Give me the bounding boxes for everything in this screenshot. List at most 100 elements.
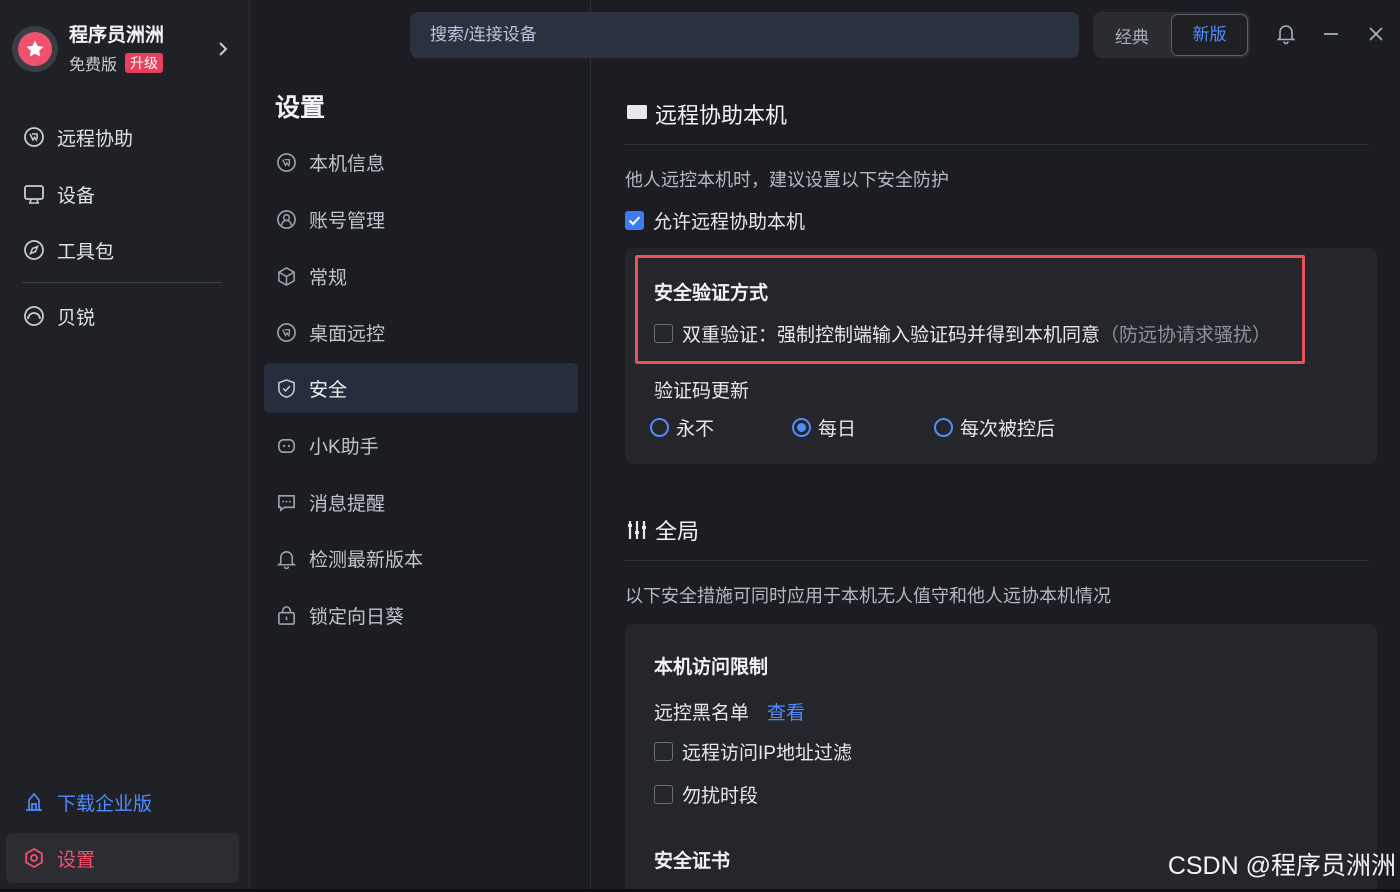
sidebar-item-label: 远程协助 bbox=[57, 128, 134, 150]
settings-item-check-update[interactable]: 检测最新版本 bbox=[264, 533, 578, 583]
allow-remote-checkbox[interactable] bbox=[625, 211, 644, 230]
settings-item-label: 安全 bbox=[309, 379, 348, 401]
settings-item-device-info[interactable]: 本机信息 bbox=[264, 137, 578, 187]
radio-label: 每日 bbox=[818, 419, 857, 440]
sidebar-settings-button[interactable]: 设置 bbox=[6, 833, 239, 883]
check-icon bbox=[628, 216, 641, 226]
divider bbox=[625, 144, 1369, 145]
profile-card[interactable]: 程序员洲洲 免费版 升级 bbox=[12, 22, 237, 76]
radio-after-each-circle[interactable] bbox=[934, 418, 953, 437]
avatar[interactable] bbox=[12, 26, 58, 72]
settings-item-lock[interactable]: 锁定向日葵 bbox=[264, 590, 578, 640]
divider bbox=[625, 560, 1369, 561]
robot-icon bbox=[274, 433, 298, 457]
download-enterprise-label: 下载企业版 bbox=[57, 793, 153, 815]
section-desc: 他人远控本机时，建议设置以下安全防护 bbox=[625, 170, 949, 190]
blacklist-view-link[interactable]: 查看 bbox=[767, 703, 805, 724]
minimize-icon[interactable] bbox=[1319, 22, 1343, 46]
allow-remote-checkbox-row[interactable]: 允许远程协助本机 bbox=[625, 207, 805, 234]
message-icon bbox=[274, 490, 298, 514]
radio-never[interactable]: 永不 bbox=[650, 414, 714, 441]
code-update-title: 验证码更新 bbox=[654, 381, 750, 402]
plan-label: 免费版 bbox=[69, 57, 118, 74]
ip-filter-label: 远程访问IP地址过滤 bbox=[682, 743, 852, 764]
sidebar-item-devices[interactable]: 设备 bbox=[22, 176, 95, 212]
sidebar-item-label: 设备 bbox=[57, 185, 96, 207]
ip-filter-checkbox[interactable] bbox=[654, 742, 673, 761]
monitor-icon bbox=[22, 182, 46, 206]
download-enterprise-link[interactable]: 下载企业版 bbox=[22, 786, 152, 818]
mode-new-button[interactable]: 新版 bbox=[1171, 14, 1248, 56]
radio-daily[interactable]: 每日 bbox=[792, 414, 856, 441]
settings-item-assistant[interactable]: 小K助手 bbox=[264, 420, 578, 470]
mode-toggle: 经典 新版 bbox=[1093, 12, 1250, 58]
radio-daily-circle[interactable] bbox=[792, 418, 811, 437]
lock-icon bbox=[274, 603, 298, 627]
sliders-icon bbox=[625, 518, 649, 542]
settings-item-label: 常规 bbox=[309, 267, 348, 289]
sidebar-item-toolkit[interactable]: 工具包 bbox=[22, 232, 114, 268]
profile-name: 程序员洲洲 bbox=[69, 25, 165, 46]
ip-filter-checkbox-row[interactable]: 远程访问IP地址过滤 bbox=[654, 738, 852, 765]
dnd-label: 勿扰时段 bbox=[682, 786, 759, 807]
allow-remote-label: 允许远程协助本机 bbox=[653, 212, 806, 233]
remote-assist-icon bbox=[274, 320, 298, 344]
access-title: 本机访问限制 bbox=[654, 657, 769, 678]
watermark: CSDN @程序员洲洲 bbox=[1167, 852, 1396, 880]
radio-label: 每次被控后 bbox=[960, 419, 1056, 440]
close-icon[interactable] bbox=[1364, 22, 1388, 46]
gear-icon bbox=[22, 846, 46, 870]
search-input[interactable] bbox=[410, 12, 1079, 58]
account-icon bbox=[274, 207, 298, 231]
upgrade-badge[interactable]: 升级 bbox=[125, 53, 164, 73]
settings-item-desktop-remote[interactable]: 桌面远控 bbox=[264, 307, 578, 357]
star-icon bbox=[18, 32, 52, 66]
oray-icon bbox=[22, 304, 46, 328]
sidebar-item-label: 工具包 bbox=[57, 241, 115, 263]
radio-after-each[interactable]: 每次被控后 bbox=[934, 414, 1055, 441]
settings-item-label: 账号管理 bbox=[309, 210, 386, 232]
sidebar-item-oray[interactable]: 贝锐 bbox=[22, 298, 95, 334]
chevron-right-icon[interactable] bbox=[215, 38, 231, 60]
building-icon bbox=[22, 790, 46, 814]
settings-item-account[interactable]: 账号管理 bbox=[264, 194, 578, 244]
remote-assist-icon bbox=[22, 125, 46, 149]
settings-item-label: 消息提醒 bbox=[309, 493, 386, 515]
blacklist-row: 远控黑名单 查看 bbox=[654, 698, 805, 725]
section-global-header: 全局 bbox=[625, 514, 699, 546]
cast-icon bbox=[625, 102, 649, 126]
section-desc: 以下安全措施可同时应用于本机无人值守和他人远协本机情况 bbox=[625, 586, 1111, 606]
shield-icon bbox=[274, 376, 298, 400]
settings-label: 设置 bbox=[57, 849, 96, 871]
highlight-annotation bbox=[635, 255, 1305, 364]
settings-item-label: 桌面远控 bbox=[309, 323, 386, 345]
remote-assist-icon bbox=[274, 150, 298, 174]
main-sidebar: 程序员洲洲 免费版 升级 远程协助 设备 工具包 贝锐 下载企业版 设置 bbox=[0, 0, 250, 892]
settings-nav: 设置 本机信息 账号管理 常规 桌面远控 安全 小K助手 消息提醒 检测最新版本… bbox=[251, 0, 591, 892]
blacklist-label: 远控黑名单 bbox=[654, 703, 750, 724]
sidebar-item-remote-assist[interactable]: 远程协助 bbox=[22, 119, 133, 155]
dnd-checkbox[interactable] bbox=[654, 785, 673, 804]
settings-item-label: 本机信息 bbox=[309, 153, 386, 175]
radio-never-circle[interactable] bbox=[650, 418, 669, 437]
sidebar-item-label: 贝锐 bbox=[57, 307, 96, 329]
settings-item-security[interactable]: 安全 bbox=[264, 363, 578, 413]
settings-item-general[interactable]: 常规 bbox=[264, 251, 578, 301]
settings-item-label: 锁定向日葵 bbox=[309, 606, 405, 628]
cert-title: 安全证书 bbox=[654, 851, 731, 872]
settings-item-label: 小K助手 bbox=[309, 436, 379, 458]
radio-label: 永不 bbox=[676, 419, 715, 440]
compass-icon bbox=[22, 238, 46, 262]
dnd-checkbox-row[interactable]: 勿扰时段 bbox=[654, 781, 758, 808]
bell-icon bbox=[274, 546, 298, 570]
section-title: 全局 bbox=[655, 519, 700, 544]
bell-icon[interactable] bbox=[1274, 22, 1298, 46]
cube-icon bbox=[274, 264, 298, 288]
settings-title: 设置 bbox=[275, 94, 326, 122]
section-title: 远程协助本机 bbox=[655, 103, 788, 128]
settings-item-notifications[interactable]: 消息提醒 bbox=[264, 477, 578, 527]
mode-classic-button[interactable]: 经典 bbox=[1093, 23, 1171, 48]
settings-item-label: 检测最新版本 bbox=[309, 549, 424, 571]
security-content: 远程协助本机 他人远控本机时，建议设置以下安全防护 允许远程协助本机 安全验证方… bbox=[592, 78, 1400, 892]
section-remote-assist-header: 远程协助本机 bbox=[625, 98, 787, 130]
